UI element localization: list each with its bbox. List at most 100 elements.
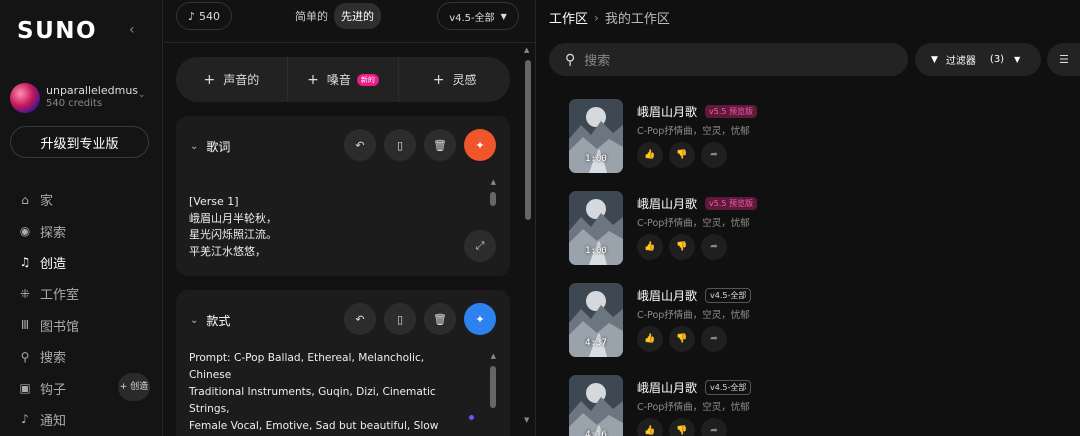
lyrics-scrollbar[interactable] [490,192,496,206]
create-hook-button[interactable]: + 创造 [118,373,150,401]
add-audio-button[interactable]: + 声音的 [176,57,288,102]
sidebar-item-home[interactable]: ⌂ 家 [0,184,163,215]
thumbs-up-icon[interactable]: 👍 [637,142,663,168]
upgrade-button[interactable]: 升级到专业版 [10,126,149,158]
song-title[interactable]: 峨眉山月歌 [637,287,697,304]
scroll-up-icon[interactable]: ▲ [491,178,496,186]
search-input[interactable]: ⚲ 搜索 [549,43,908,76]
thumbs-up-icon[interactable]: 👍 [637,418,663,436]
bell-icon: ♪ [21,412,29,427]
breadcrumb-root[interactable]: 工作区 [549,8,588,27]
version-select[interactable]: v4.5-全部 ▼ [437,2,519,30]
style-card: ⌄ 款式 ↶ ▯ 🗑 ✦ Prompt: C-Pop Ballad, Ether… [176,290,510,436]
song-row[interactable]: 4:16 峨眉山月歌 v4.5-全部 C-Pop抒情曲，空灵，忧郁 👍 👎 ➦ [569,375,1049,436]
panel-scrollbar[interactable] [525,60,531,220]
scroll-down-icon[interactable]: ▼ [524,416,529,424]
thumbs-down-icon[interactable]: 👎 [669,326,695,352]
new-badge: 新的 [356,73,379,86]
style-line: Prompt: C-Pop Ballad, Ethereal, Melancho… [189,352,425,381]
add-inspiration-button[interactable]: + 灵感 [399,57,510,102]
style-prompt-text[interactable]: Prompt: C-Pop Ballad, Ethereal, Melancho… [189,350,464,436]
sidebar-item-explore[interactable]: ◉ 探索 [0,215,163,246]
magic-wand-icon[interactable]: ✦ [464,303,496,335]
filter-icon: ▼ [931,54,938,65]
song-cover-image[interactable]: 1:00 [569,99,623,173]
song-row[interactable]: 1:00 峨眉山月歌 v5.5 预览版 C-Pop抒情曲，空灵，忧郁 👍 👎 ➦ [569,191,1049,265]
song-cover-image[interactable]: 1:00 [569,191,623,265]
scroll-up-icon[interactable]: ▲ [491,352,496,360]
expand-icon[interactable]: ⤢ [464,230,496,262]
version-badge: v4.5-全部 [705,288,752,303]
version-label: v4.5-全部 [449,12,495,24]
add-voice-button[interactable]: + 嗓音 新的 [288,57,400,102]
song-row[interactable]: 4:37 峨眉山月歌 v4.5-全部 C-Pop抒情曲，空灵，忧郁 👍 👎 ➦ [569,283,1049,357]
workspace-panel: 工作区 › 我的工作区 ⚲ 搜索 ▼ 过滤器 (3) ▼ ☰ 1:00 峨眉山月歌… [537,0,1080,436]
credits-pill[interactable]: ♪ 540 [176,2,232,30]
song-title[interactable]: 峨眉山月歌 [637,103,697,120]
sidebar-item-notifications[interactable]: ♪ 通知 [0,404,163,435]
song-actions: 👍 👎 ➦ [637,326,727,352]
style-line: Female Vocal, Emotive, Sad but beautiful… [189,420,439,432]
style-scrollbar[interactable] [490,366,496,408]
sidebar-item-search[interactable]: ⚲ 搜索 [0,341,163,372]
username[interactable]: unparalleledmusi [46,84,138,97]
song-title[interactable]: 峨眉山月歌 [637,195,697,212]
caret-down-icon: ▼ [1014,55,1021,64]
thumbs-down-icon[interactable]: 👎 [669,142,695,168]
lyrics-text[interactable]: [Verse 1] 峨眉山月半轮秋， 星光闪烁照江流。 平羌江水悠悠， [189,194,277,260]
mode-simple-tab[interactable]: 简单的 [285,8,334,24]
style-toggle[interactable]: ⌄ 款式 [190,312,230,329]
sort-icon: ☰ [1059,53,1069,66]
bookmark-icon[interactable]: ▯ [384,129,416,161]
add-voice-label: 嗓音 [326,73,351,87]
thumbs-up-icon[interactable]: 👍 [637,234,663,260]
breadcrumb-current[interactable]: 我的工作区 [605,8,670,27]
compass-icon: ◉ [19,224,31,239]
duration: 4:37 [585,338,607,348]
divider [164,42,536,43]
share-icon[interactable]: ➦ [701,234,727,260]
magic-wand-icon[interactable]: ✦ [464,129,496,161]
trash-icon[interactable]: 🗑 [424,303,456,335]
sidebar-item-studio[interactable]: ⁜ 工作室 [0,278,163,309]
share-icon[interactable]: ➦ [701,418,727,436]
add-inspiration-label: 灵感 [452,73,477,87]
thumbs-up-icon[interactable]: 👍 [637,326,663,352]
share-icon[interactable]: ➦ [701,326,727,352]
song-cover-image[interactable]: 4:37 [569,283,623,357]
home-icon: ⌂ [21,192,29,207]
mode-advanced-tab[interactable]: 先进的 [334,3,381,29]
collapse-sidebar-icon[interactable]: ‹ [129,22,135,38]
scroll-up-icon[interactable]: ▲ [524,46,529,54]
chevron-down-icon[interactable]: ⌄ [138,90,146,100]
sidebar-item-create[interactable]: ♫ 创造 [0,247,163,278]
lyrics-toggle[interactable]: ⌄ 歌词 [190,138,230,155]
undo-icon[interactable]: ↶ [344,303,376,335]
filter-button[interactable]: ▼ 过滤器 (3) ▼ [915,43,1041,76]
bookmark-icon[interactable]: ▯ [384,303,416,335]
duration: 4:16 [585,430,607,436]
style-tools: ↶ ▯ 🗑 ✦ [344,303,496,335]
sidebar-item-library[interactable]: Ⅲ 图书馆 [0,310,163,341]
sidebar-item-label: 工作室 [40,288,80,304]
studio-icon: ⁜ [19,286,31,301]
chevron-down-icon: ⌄ [190,141,199,152]
thumbs-down-icon[interactable]: 👎 [669,234,695,260]
thumbs-down-icon[interactable]: 👎 [669,418,695,436]
sort-button[interactable]: ☰ [1047,43,1080,76]
duration: 1:00 [585,246,607,256]
song-cover-image[interactable]: 4:16 [569,375,623,436]
song-row[interactable]: 1:00 峨眉山月歌 v5.5 预览版 C-Pop抒情曲，空灵，忧郁 👍 👎 ➦ [569,99,1049,173]
version-badge: v5.5 预览版 [705,105,758,118]
search-placeholder: 搜索 [584,54,611,69]
suno-logo[interactable]: SUNO [17,18,97,44]
undo-icon[interactable]: ↶ [344,129,376,161]
song-title[interactable]: 峨眉山月歌 [637,379,697,396]
share-icon[interactable]: ➦ [701,142,727,168]
trash-icon[interactable]: 🗑 [424,129,456,161]
search-icon: ⚲ [565,51,576,68]
style-line: Traditional Instruments, Guqin, Dizi, Ci… [189,386,436,415]
style-title: 款式 [206,314,231,328]
avatar[interactable] [10,83,40,113]
mode-switch[interactable]: 简单的 先进的 [285,2,381,30]
